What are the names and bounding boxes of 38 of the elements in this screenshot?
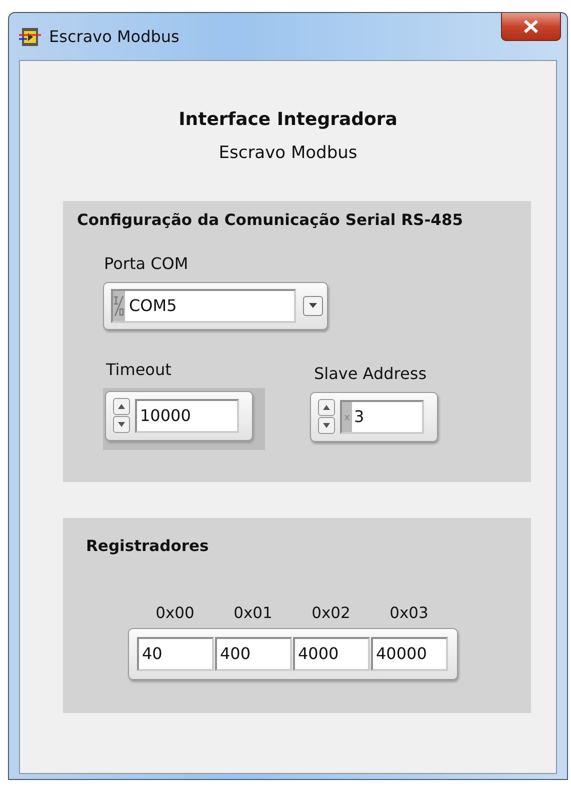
app-icon	[19, 26, 41, 46]
up-arrow-icon	[323, 405, 330, 410]
decrement-button[interactable]	[318, 417, 335, 434]
field-label: Timeout	[106, 358, 172, 381]
register-label: 0x02	[310, 602, 352, 624]
field-value: 10000	[140, 404, 191, 427]
down-arrow-icon	[323, 423, 330, 428]
radix-icon	[342, 402, 352, 432]
down-arrow-icon	[118, 422, 125, 428]
register-label: 0x01	[232, 602, 274, 624]
increment-button[interactable]	[113, 398, 130, 416]
panel-subheading: Escravo Modbus	[218, 142, 358, 165]
timeout-spinner[interactable]: 10000	[105, 390, 253, 441]
slave-address-spinner[interactable]: 3	[310, 392, 438, 442]
decrement-button[interactable]	[113, 416, 130, 434]
close-icon	[523, 20, 539, 33]
increment-button[interactable]	[318, 399, 335, 416]
register-field[interactable]: 400	[215, 637, 292, 671]
io-icon	[113, 290, 125, 321]
close-button[interactable]	[501, 13, 561, 41]
section-title: Registradores	[86, 536, 209, 556]
window-title: Escravo Modbus	[49, 26, 180, 48]
register-label: 0x00	[154, 602, 196, 624]
section-title: Configuração da Comunicação Serial RS-485	[77, 210, 464, 230]
field-value: 3	[354, 406, 364, 428]
field-label: Porta COM	[104, 252, 188, 275]
port-combobox[interactable]: COM5	[103, 282, 328, 330]
dropdown-button[interactable]	[303, 296, 323, 316]
register-field[interactable]: 40000	[371, 637, 448, 671]
register-field[interactable]: 4000	[293, 637, 370, 671]
up-arrow-icon	[118, 404, 125, 410]
panel-heading: Interface Integradora	[178, 108, 398, 132]
register-array[interactable]: 40 400 4000 40000	[128, 628, 458, 680]
port-value: COM5	[129, 294, 177, 317]
register-label: 0x03	[388, 602, 430, 624]
caret-icon	[309, 303, 317, 308]
register-field[interactable]: 40	[137, 637, 214, 671]
field-label: Slave Address	[314, 362, 427, 385]
